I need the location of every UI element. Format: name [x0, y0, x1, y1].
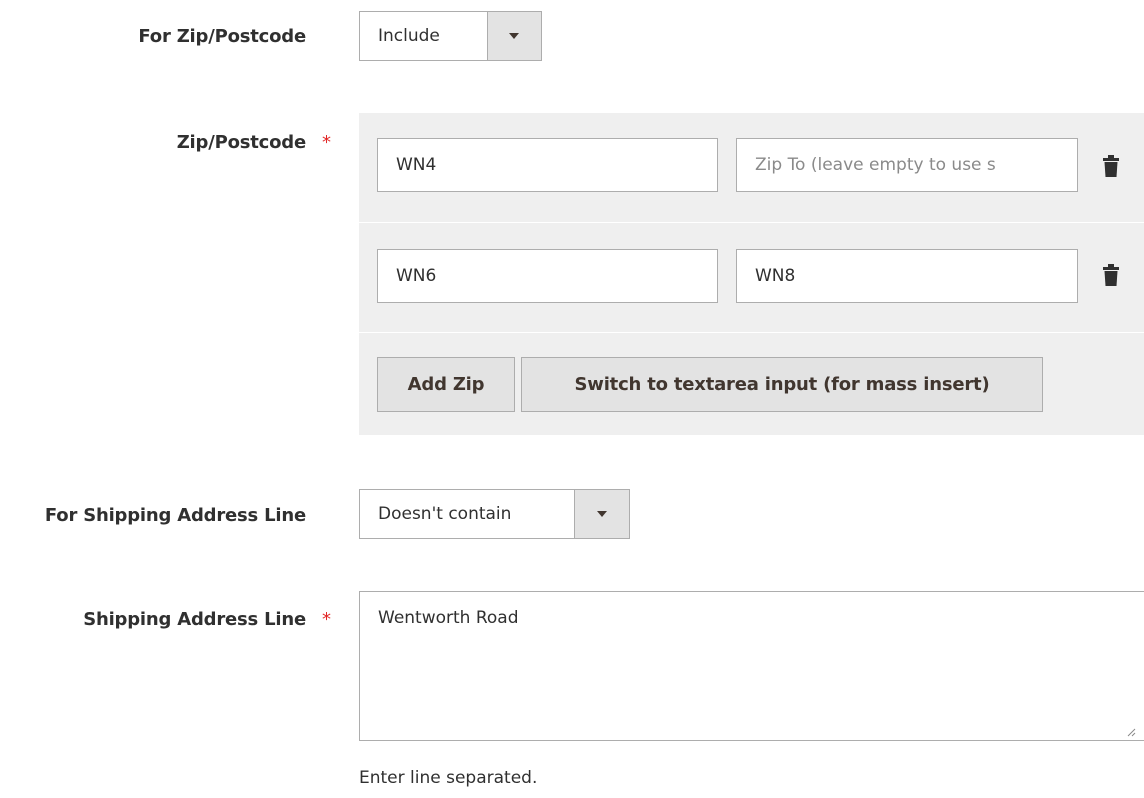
- switch-textarea-button[interactable]: Switch to textarea input (for mass inser…: [521, 357, 1043, 412]
- zip-list-label: Zip/Postcode: [176, 132, 306, 153]
- address-filter-select[interactable]: Doesn't contain: [359, 489, 630, 539]
- row-divider: [359, 222, 1144, 223]
- chevron-down-icon[interactable]: [574, 490, 629, 538]
- zip-filter-select[interactable]: Include: [359, 11, 542, 61]
- row-divider: [359, 332, 1144, 333]
- trash-icon[interactable]: [1103, 264, 1119, 286]
- zip-from-input[interactable]: WN4: [377, 138, 718, 192]
- zip-from-input[interactable]: WN6: [377, 249, 718, 303]
- address-line-label: Shipping Address Line: [83, 609, 306, 630]
- required-marker: *: [322, 609, 331, 630]
- chevron-down-icon[interactable]: [486, 12, 541, 60]
- address-filter-label: For Shipping Address Line: [44, 505, 306, 526]
- add-zip-button[interactable]: Add Zip: [377, 357, 515, 412]
- address-line-textarea[interactable]: Wentworth Road: [359, 591, 1144, 741]
- address-filter-value: Doesn't contain: [378, 504, 512, 524]
- zip-to-input[interactable]: WN8: [736, 249, 1078, 303]
- zip-filter-value: Include: [378, 26, 440, 46]
- zip-filter-label: For Zip/Postcode: [138, 26, 306, 47]
- zip-to-input[interactable]: Zip To (leave empty to use s: [736, 138, 1078, 192]
- resize-grip-icon[interactable]: [1126, 727, 1136, 737]
- trash-icon[interactable]: [1103, 155, 1119, 177]
- required-marker: *: [322, 132, 331, 153]
- address-line-note: Enter line separated.: [359, 768, 538, 788]
- address-line-value: Wentworth Road: [378, 608, 519, 628]
